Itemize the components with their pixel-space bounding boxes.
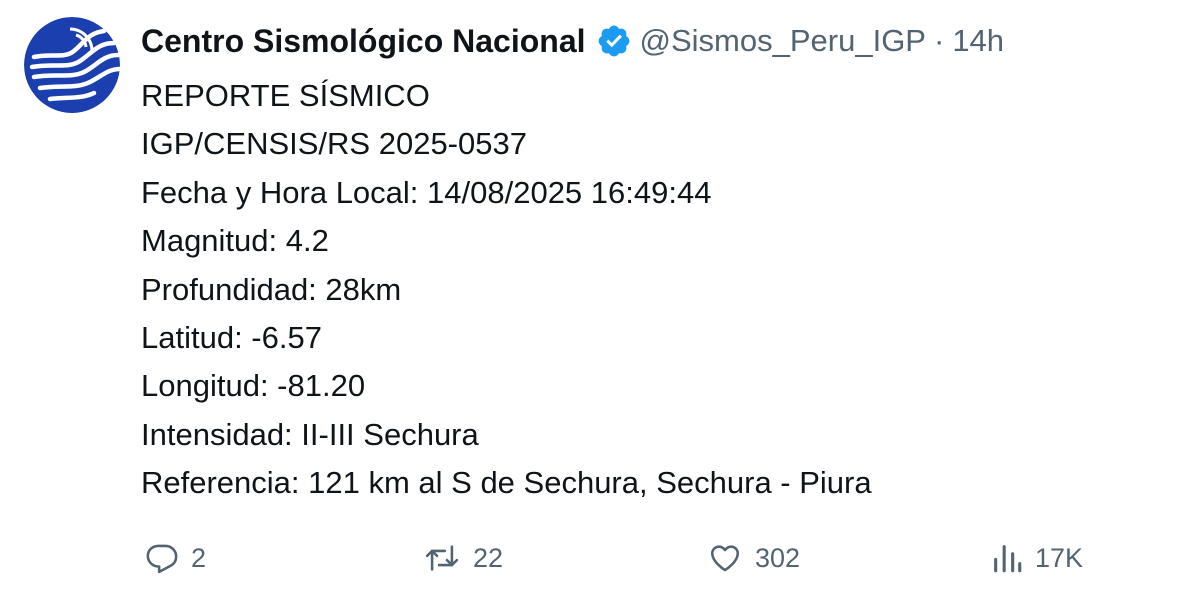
repost-button[interactable]: 22: [423, 534, 503, 582]
reply-button[interactable]: 2: [145, 534, 206, 582]
timestamp[interactable]: 14h: [952, 23, 1004, 59]
separator-dot: ·: [933, 23, 945, 58]
tweet-line-magnitude: Magnitud: 4.2: [141, 223, 329, 259]
avatar[interactable]: [24, 17, 120, 113]
seismic-wave-logo-icon: [24, 17, 120, 113]
tweet-card: Centro Sismológico Nacional @Sismos_Peru…: [0, 0, 1200, 601]
like-count: 302: [755, 542, 801, 573]
tweet-line-longitude: Longitud: -81.20: [141, 368, 366, 404]
tweet-line-report-id: IGP/CENSIS/RS 2025-0537: [141, 126, 527, 162]
tweet-line-depth: Profundidad: 28km: [141, 271, 402, 307]
reply-icon: [146, 544, 178, 574]
tweet-line-intensity: Intensidad: II-III Sechura: [141, 416, 479, 452]
tweet-line-datetime: Fecha y Hora Local: 14/08/2025 16:49:44: [141, 174, 712, 210]
tweet-line-latitude: Latitud: -6.57: [141, 320, 322, 356]
tweet-line-reference: Referencia: 121 km al S de Sechura, Sech…: [141, 465, 872, 501]
views-button[interactable]: 17K: [991, 534, 1083, 582]
tweet-line-title: REPORTE SÍSMICO: [141, 78, 430, 113]
repost-icon: [425, 545, 459, 571]
tweet-text: REPORTE SÍSMICO IGP/CENSIS/RS 2025-0537 …: [141, 72, 872, 508]
reply-count: 2: [191, 542, 207, 573]
action-bar: 2 22 302 17K: [141, 534, 1121, 582]
tweet-header: Centro Sismológico Nacional @Sismos_Peru…: [141, 20, 1004, 62]
view-count: 17K: [1035, 542, 1084, 573]
verified-badge-icon[interactable]: [596, 23, 632, 59]
heart-icon: [710, 545, 740, 572]
views-icon: [994, 545, 1022, 573]
repost-count: 22: [473, 542, 504, 573]
author-name[interactable]: Centro Sismológico Nacional: [141, 23, 586, 60]
author-handle[interactable]: @Sismos_Peru_IGP: [640, 23, 926, 59]
like-button[interactable]: 302: [707, 534, 800, 582]
